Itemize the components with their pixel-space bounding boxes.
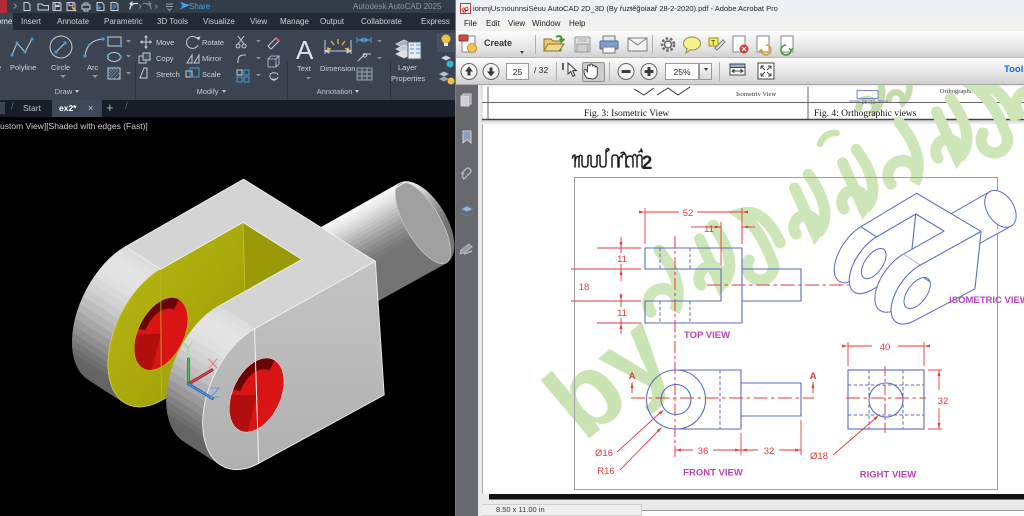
svg-text:Isometriv View: Isometriv View bbox=[736, 91, 776, 98]
svg-text:R16: R16 bbox=[597, 466, 614, 477]
svg-text:A: A bbox=[296, 35, 314, 65]
svg-text:36: 36 bbox=[698, 446, 709, 457]
svg-text:Fig. 3: Isometric View: Fig. 3: Isometric View bbox=[584, 109, 669, 119]
svg-text:11: 11 bbox=[617, 308, 627, 319]
svg-text:11: 11 bbox=[704, 224, 714, 235]
svg-text:32: 32 bbox=[938, 396, 949, 407]
svg-text:TOP VIEW: TOP VIEW bbox=[684, 330, 730, 341]
svg-text:Ø18: Ø18 bbox=[810, 451, 828, 462]
svg-text:11: 11 bbox=[617, 254, 627, 265]
svg-text:ISOMETRIC VIEW: ISOMETRIC VIEW bbox=[949, 295, 1024, 306]
svg-text:25.01: 25.01 bbox=[862, 100, 876, 106]
svg-text:T: T bbox=[711, 40, 716, 47]
svg-text:RIGHT VIEW: RIGHT VIEW bbox=[860, 470, 917, 481]
svg-text:18: 18 bbox=[579, 282, 590, 293]
svg-text:40: 40 bbox=[880, 342, 891, 353]
svg-text:A: A bbox=[629, 371, 636, 382]
svg-text:FRONT VIEW: FRONT VIEW bbox=[683, 468, 743, 479]
svg-text:32: 32 bbox=[764, 446, 775, 457]
svg-text:A: A bbox=[810, 371, 817, 382]
svg-text:52: 52 bbox=[683, 208, 694, 219]
svg-text:Ø16: Ø16 bbox=[595, 448, 613, 459]
svg-text:2: 2 bbox=[642, 153, 653, 174]
